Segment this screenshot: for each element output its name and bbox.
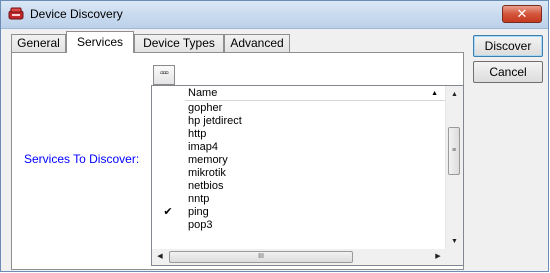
service-name: pop3 <box>188 219 213 231</box>
checkmark-icon[interactable]: ✔ <box>158 206 178 218</box>
service-name: mikrotik <box>188 167 226 179</box>
device-discovery-icon <box>8 7 24 20</box>
vertical-scrollbar[interactable]: ▲ ≡ ▼ <box>445 86 463 250</box>
service-name: imap4 <box>188 141 218 153</box>
window-title: Device Discovery <box>30 7 123 21</box>
list-item[interactable]: http <box>152 128 448 140</box>
horizontal-scroll-thumb[interactable]: III <box>169 251 353 263</box>
service-name: hp jetdirect <box>188 115 242 127</box>
service-name: http <box>188 128 207 140</box>
scroll-up-icon[interactable]: ▲ <box>446 86 463 103</box>
scroll-left-icon[interactable]: ◀ <box>152 249 168 265</box>
service-name: netbios <box>188 180 224 192</box>
list-item[interactable]: ✔ ping <box>152 206 448 218</box>
title-bar: Device Discovery ✕ <box>1 1 548 29</box>
vertical-scroll-thumb[interactable]: ≡ <box>448 127 460 175</box>
service-name: nntp <box>188 193 210 205</box>
list-item[interactable]: netbios <box>152 180 448 192</box>
list-item[interactable]: imap4 <box>152 141 448 153</box>
services-list[interactable]: Name ▲ gopher hp jetdirect http imap4 me… <box>151 85 464 266</box>
service-name: memory <box>188 154 228 166</box>
tab-advanced[interactable]: Advanced <box>224 34 290 52</box>
close-icon: ✕ <box>516 6 528 21</box>
list-item[interactable]: nntp <box>152 193 448 205</box>
discover-button[interactable]: Discover <box>473 35 543 57</box>
list-item[interactable]: hp jetdirect <box>152 115 448 127</box>
horizontal-scrollbar[interactable]: ◀ III ▶ <box>152 249 446 265</box>
tab-services[interactable]: Services <box>66 31 134 53</box>
scroll-down-icon[interactable]: ▼ <box>446 233 463 250</box>
list-item[interactable]: mikrotik <box>152 167 448 179</box>
services-to-discover-label: Services To Discover: <box>24 152 140 166</box>
ellipsis-icon: ▫▫▫ <box>160 68 169 79</box>
sort-up-icon: ▲ <box>431 90 438 97</box>
tab-general[interactable]: General <box>11 34 66 52</box>
cancel-button[interactable]: Cancel <box>473 61 543 83</box>
scrollbar-corner <box>446 249 463 265</box>
scroll-right-icon[interactable]: ▶ <box>430 249 446 265</box>
ellipsis-button[interactable]: ▫▫▫ <box>153 65 175 85</box>
list-item[interactable]: gopher <box>152 102 448 114</box>
close-button[interactable]: ✕ <box>502 5 542 23</box>
tab-device-types[interactable]: Device Types <box>134 34 224 52</box>
list-item[interactable]: pop3 <box>152 219 448 231</box>
device-discovery-window: Device Discovery ✕ General Services Devi… <box>0 0 549 272</box>
column-header-name[interactable]: Name ▲ <box>185 87 448 101</box>
service-name: gopher <box>188 102 223 114</box>
service-name: ping <box>188 206 209 218</box>
column-header-label: Name <box>188 87 218 99</box>
list-item[interactable]: memory <box>152 154 448 166</box>
